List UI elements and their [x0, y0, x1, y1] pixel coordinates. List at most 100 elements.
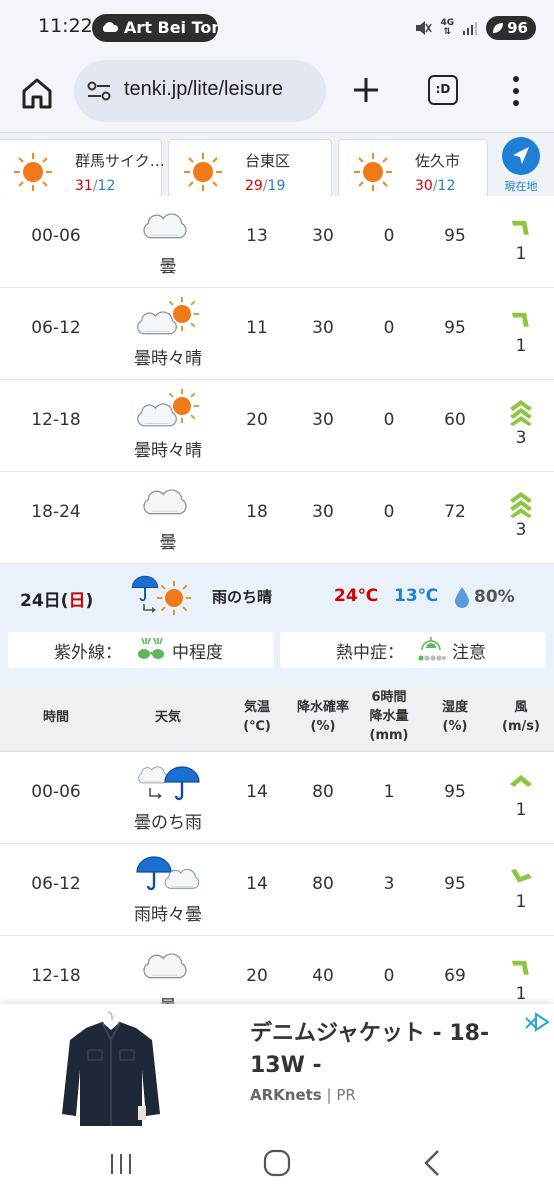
- current-location-label: 現在地: [504, 180, 538, 193]
- day-precip-probability: 80%: [454, 586, 515, 608]
- site-settings-icon[interactable]: [86, 80, 112, 102]
- time-slot: 06-12: [31, 874, 81, 894]
- denim-jacket-image: [62, 1011, 160, 1126]
- browser-toolbar: tenki.jp/lite/leisure :D: [0, 56, 554, 132]
- day-weather: 雨のち晴: [212, 588, 273, 606]
- weather-label: 曇: [159, 257, 177, 277]
- wind-direction-icon: [502, 856, 540, 894]
- precip-probability: 30: [312, 318, 334, 338]
- humidity: 95: [444, 318, 466, 338]
- navigation-arrow-icon: [502, 137, 540, 175]
- wind-speed: 3: [515, 428, 527, 448]
- location-temps: 31/12: [75, 178, 116, 194]
- signal-icon: [463, 22, 478, 35]
- current-location-button[interactable]: 現在地: [496, 137, 546, 201]
- tab-switcher-button[interactable]: :D: [428, 75, 458, 105]
- wind-speed: 1: [515, 336, 527, 356]
- ad-source: ARKnets | PR: [250, 1086, 356, 1104]
- status-time: 11:22: [38, 15, 93, 37]
- status-bar: 11:22 Art Bei Ton 4G ⇅ 96: [0, 0, 554, 56]
- more-menu-icon[interactable]: [508, 74, 524, 108]
- time-slot: 06-12: [31, 318, 81, 338]
- ad-title[interactable]: デニムジャケット - 18-13W -: [250, 1018, 510, 1082]
- precip-amount: 0: [383, 410, 395, 430]
- uv-label: 紫外線：: [54, 643, 122, 663]
- wind-direction-icon: [500, 946, 542, 988]
- new-tab-icon[interactable]: [350, 74, 382, 106]
- cloudy-icon: [143, 213, 187, 239]
- battery-level: 96: [507, 19, 528, 37]
- wind-speed: 3: [515, 520, 527, 540]
- weather-label: 曇: [159, 533, 177, 553]
- precip-amount: 0: [383, 502, 395, 522]
- precip-amount: 0: [383, 226, 395, 246]
- recent-apps-icon[interactable]: [108, 1152, 134, 1176]
- day-summary: 24日(日) 雨のち晴 24℃ 13℃ 80% 紫外線： 中程度 熱中症： 注意: [0, 564, 554, 684]
- weather-label: 雨時々曇: [134, 905, 202, 925]
- forecast-row: 00-06 曇のち雨 14 80 1 95 1: [0, 752, 554, 844]
- precip-probability: 80: [312, 874, 334, 894]
- humidity: 69: [444, 966, 466, 986]
- location-card-saku[interactable]: 佐久市 30/12: [338, 139, 488, 197]
- temperature: 11: [246, 318, 268, 338]
- sunglasses-icon: [138, 637, 164, 659]
- sunny-icon: [14, 153, 52, 191]
- location-name: 佐久市: [415, 152, 461, 170]
- address-bar[interactable]: tenki.jp/lite/leisure: [74, 60, 326, 122]
- leaf-icon: [493, 23, 504, 33]
- location-name: 群馬サイク…: [75, 152, 165, 170]
- humidity: 95: [444, 226, 466, 246]
- mute-icon: [416, 21, 433, 35]
- day-low-temp: 13℃: [394, 586, 439, 606]
- rain-sometimes-cloudy-icon: [135, 855, 200, 891]
- precip-probability: 30: [312, 410, 334, 430]
- wind-direction-icon: [500, 206, 542, 248]
- raindrop-icon: [455, 587, 469, 608]
- forecast-row: 12-18 曇時々晴 20 30 0 60 3: [0, 380, 554, 472]
- network-indicator: 4G ⇅: [440, 18, 455, 37]
- location-card-gunma[interactable]: 群馬サイク… 31/12: [0, 139, 165, 197]
- system-nav-bar: [0, 1130, 554, 1200]
- heatstroke-value: 注意: [452, 643, 486, 663]
- location-temps: 29/19: [245, 178, 286, 194]
- wind-speed: 1: [515, 244, 527, 264]
- precip-amount: 1: [383, 782, 395, 802]
- day-high-temp: 24℃: [334, 586, 379, 606]
- humidity: 60: [444, 410, 466, 430]
- weather-label: 曇のち雨: [134, 813, 202, 833]
- ad-banner[interactable]: デニムジャケット - 18-13W - ARKnets | PR: [0, 1004, 554, 1130]
- uv-value: 中程度: [172, 643, 223, 663]
- back-icon[interactable]: [422, 1148, 442, 1178]
- cloudy-sunny-icon: [136, 296, 200, 335]
- cloudy-icon: [143, 953, 187, 979]
- time-slot: 12-18: [31, 966, 81, 986]
- ad-choices-icon[interactable]: [522, 1010, 550, 1036]
- precip-probability: 80: [312, 782, 334, 802]
- precip-probability: 30: [312, 226, 334, 246]
- cloud-icon: [102, 22, 119, 32]
- humidity: 95: [444, 874, 466, 894]
- status-icons: 4G ⇅ 96: [414, 14, 536, 42]
- precip-amount: 0: [383, 966, 395, 986]
- wind-speed: 1: [515, 984, 527, 1004]
- heatstroke-level-icon: [418, 637, 446, 661]
- precip-amount: 3: [383, 874, 395, 894]
- media-title: Art Bei Ton: [124, 18, 218, 37]
- media-notification-pill[interactable]: Art Bei Ton: [92, 14, 218, 42]
- location-card-taito[interactable]: 台東区 29/19: [168, 139, 332, 197]
- time-slot: 12-18: [31, 410, 81, 430]
- header-temp: 気温 (℃): [243, 700, 271, 734]
- favorite-locations-strip: 群馬サイク… 31/12 台東区 29/19 佐久市 30/12 現在地: [0, 132, 554, 204]
- header-pop: 降水確率 (%): [296, 700, 349, 734]
- location-temps: 30/12: [415, 178, 456, 194]
- humidity: 95: [444, 782, 466, 802]
- cloudy-sunny-icon: [136, 388, 200, 427]
- cloudy-icon: [143, 489, 187, 515]
- forecast-row: 06-12 雨時々曇 14 80 3 95 1: [0, 844, 554, 936]
- day-date: 24日(日): [20, 591, 94, 611]
- home-icon[interactable]: [18, 74, 56, 112]
- rain-then-sunny-icon: [131, 575, 192, 616]
- header-rain: 6時間 降水量 (mm): [369, 690, 409, 743]
- home-button-icon[interactable]: [262, 1148, 292, 1178]
- forecast-row: 00-06 曇 13 30 0 95 1: [0, 196, 554, 288]
